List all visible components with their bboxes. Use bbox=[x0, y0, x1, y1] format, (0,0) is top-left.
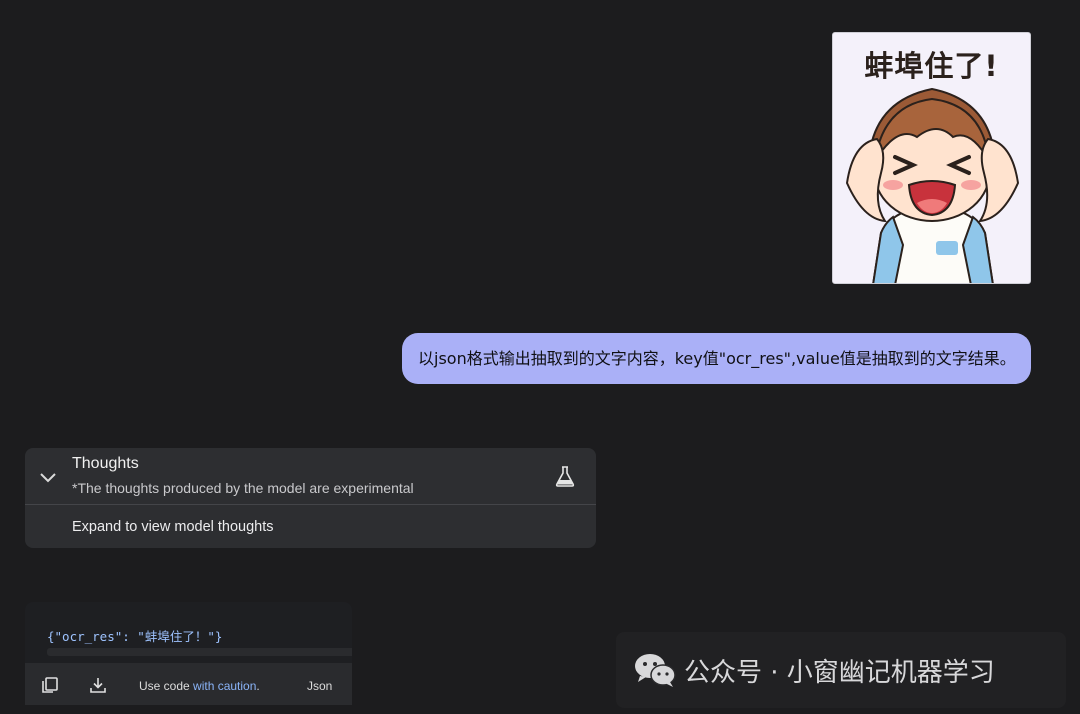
sticker-caption: 蚌埠住了! bbox=[864, 49, 999, 83]
caution-prefix: Use code bbox=[139, 679, 194, 693]
thoughts-title: Thoughts bbox=[72, 455, 139, 472]
code-block: {"ocr_res": "蚌埠住了！"} Use code with cauti… bbox=[25, 602, 352, 705]
expand-thoughts-link[interactable]: Expand to view model thoughts bbox=[72, 519, 274, 535]
code-content: {"ocr_res": "蚌埠住了！"} bbox=[47, 629, 223, 644]
wechat-icon bbox=[635, 654, 676, 687]
thoughts-subtitle: *The thoughts produced by the model are … bbox=[72, 480, 414, 496]
watermark-text: 公众号 · 小窗幽记机器学习 bbox=[684, 658, 995, 688]
download-icon[interactable] bbox=[89, 676, 107, 694]
copy-icon[interactable] bbox=[41, 676, 59, 694]
chevron-down-icon[interactable] bbox=[39, 472, 57, 484]
code-language-label: Json bbox=[307, 679, 333, 693]
thoughts-header[interactable]: Thoughts *The thoughts produced by the m… bbox=[25, 448, 596, 505]
caution-link[interactable]: with caution bbox=[193, 679, 256, 693]
thoughts-panel: Thoughts *The thoughts produced by the m… bbox=[25, 448, 596, 548]
user-message-bubble: 以json格式输出抽取到的文字内容，key值"ocr_res",value值是抽… bbox=[402, 333, 1031, 384]
flask-icon bbox=[555, 466, 575, 487]
attached-sticker-image[interactable]: 蚌埠住了! bbox=[832, 32, 1031, 284]
chat-page: 蚌埠住了! 以json格式输出抽取到的文字内容，key值"ocr_res",va… bbox=[0, 0, 1080, 714]
caution-text: Use code with caution. bbox=[139, 679, 260, 693]
caution-suffix: . bbox=[256, 679, 260, 693]
horizontal-scrollbar[interactable] bbox=[47, 648, 352, 656]
code-toolbar: Use code with caution. Json bbox=[25, 663, 352, 705]
watermark: 公众号 · 小窗幽记机器学习 bbox=[616, 632, 1066, 708]
